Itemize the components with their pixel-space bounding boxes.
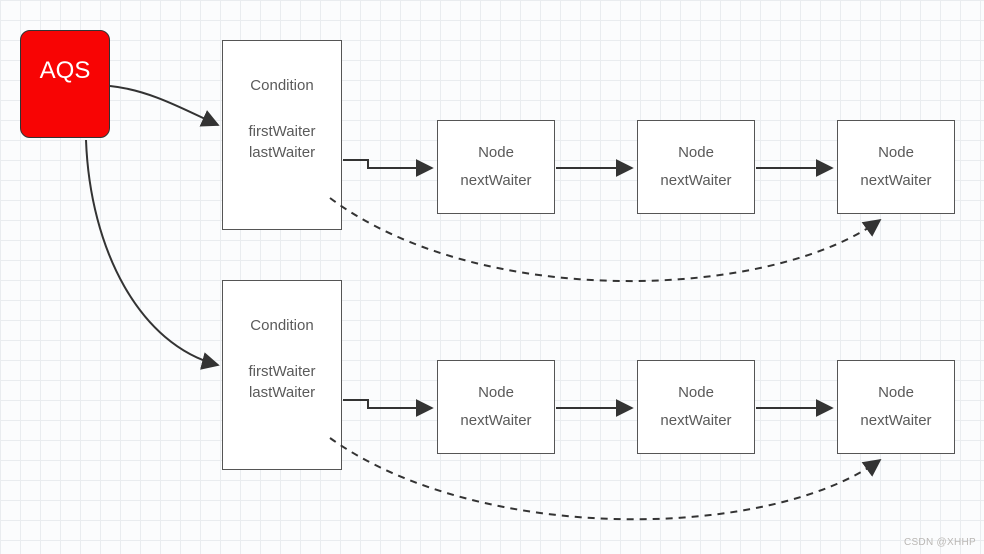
condition-lastwaiter-label: lastWaiter xyxy=(249,383,315,403)
node-box-2b: Node nextWaiter xyxy=(637,360,755,454)
aqs-root-box: AQS xyxy=(20,30,110,138)
node-nextwaiter-label: nextWaiter xyxy=(460,411,531,431)
node-title: Node xyxy=(478,383,514,403)
connectors-svg xyxy=(0,0,984,554)
node-title: Node xyxy=(878,143,914,163)
condition-firstwaiter-label: firstWaiter xyxy=(249,362,316,382)
node-nextwaiter-label: nextWaiter xyxy=(860,411,931,431)
node-box-2a: Node nextWaiter xyxy=(437,360,555,454)
watermark: CSDN @XHHP xyxy=(904,537,976,548)
node-title: Node xyxy=(678,143,714,163)
condition-box-2: Condition firstWaiter lastWaiter xyxy=(222,280,342,470)
node-nextwaiter-label: nextWaiter xyxy=(660,171,731,191)
node-nextwaiter-label: nextWaiter xyxy=(660,411,731,431)
node-title: Node xyxy=(478,143,514,163)
node-box-1a: Node nextWaiter xyxy=(437,120,555,214)
node-nextwaiter-label: nextWaiter xyxy=(460,171,531,191)
condition-title: Condition xyxy=(250,76,313,96)
node-title: Node xyxy=(678,383,714,403)
node-box-1b: Node nextWaiter xyxy=(637,120,755,214)
condition-lastwaiter-label: lastWaiter xyxy=(249,143,315,163)
aqs-label: AQS xyxy=(40,57,91,85)
node-nextwaiter-label: nextWaiter xyxy=(860,171,931,191)
node-box-1c: Node nextWaiter xyxy=(837,120,955,214)
condition-title: Condition xyxy=(250,316,313,336)
node-title: Node xyxy=(878,383,914,403)
condition-box-1: Condition firstWaiter lastWaiter xyxy=(222,40,342,230)
node-box-2c: Node nextWaiter xyxy=(837,360,955,454)
condition-firstwaiter-label: firstWaiter xyxy=(249,122,316,142)
